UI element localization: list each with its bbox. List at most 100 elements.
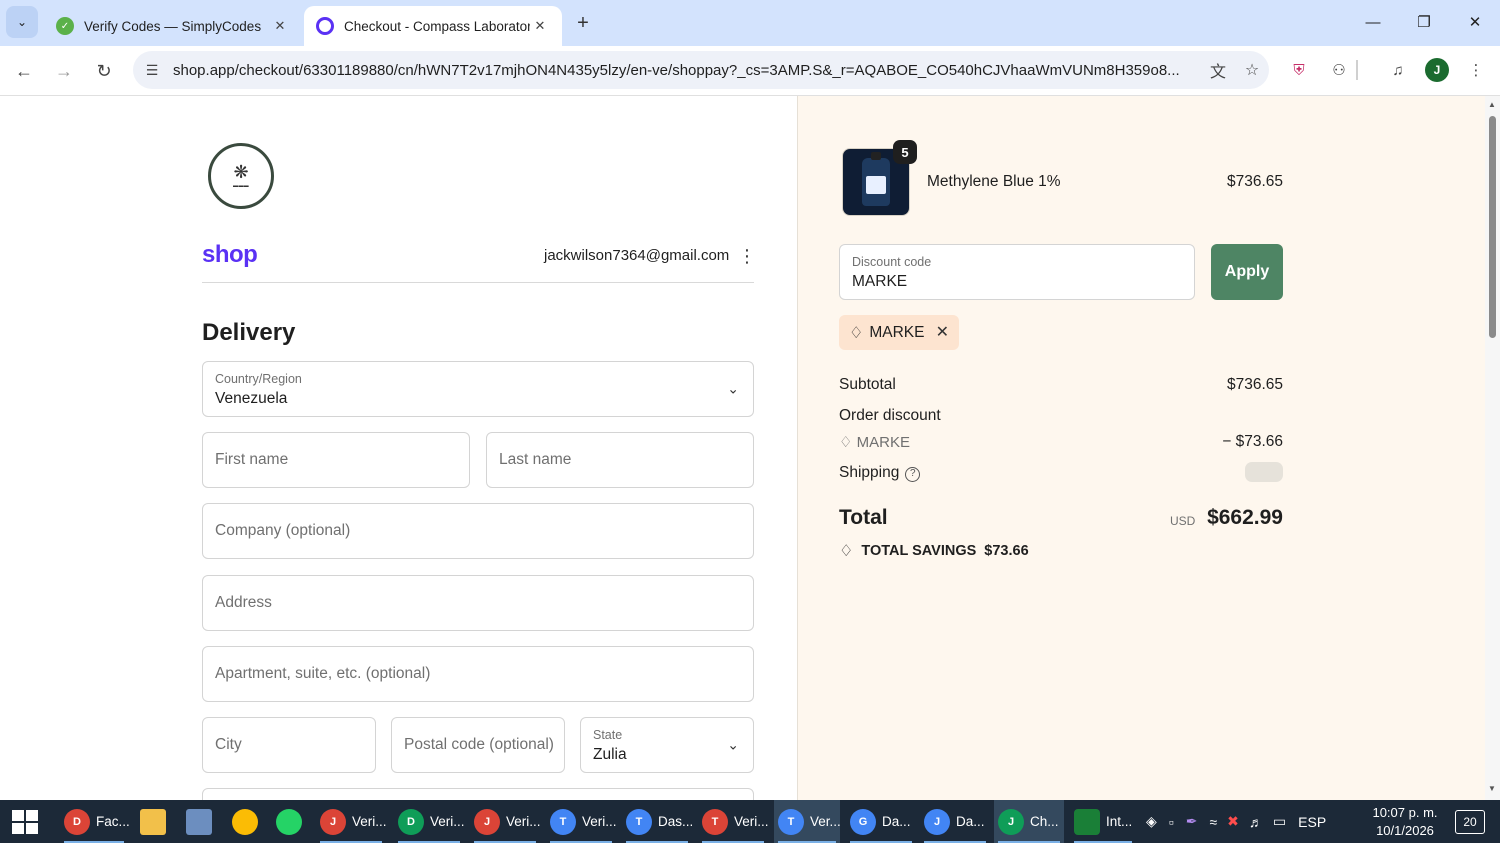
volume-icon[interactable]: ♬ — [1249, 814, 1263, 830]
discount-code-line: ♢ MARKE — [839, 433, 910, 451]
shipping-row: Shipping? — [839, 464, 1283, 482]
restore-button[interactable]: ❐ — [1401, 6, 1447, 38]
first-name-placeholder: First name — [215, 451, 289, 468]
clock[interactable]: 10:07 p. m. 10/1/2026 — [1372, 804, 1438, 840]
close-icon[interactable]: ✕ — [530, 16, 550, 36]
taskbar-app-1[interactable]: D Fac... — [60, 800, 130, 843]
url-text[interactable]: shop.app/checkout/63301189880/cn/hWN7T2v… — [169, 62, 1201, 79]
file-explorer-button[interactable] — [136, 800, 172, 843]
taskbar-app-12[interactable]: Int... — [1070, 800, 1136, 843]
whatsapp-button[interactable] — [272, 800, 308, 843]
start-button[interactable] — [10, 808, 38, 836]
address-field[interactable]: Address — [202, 575, 754, 631]
scroll-up-icon[interactable]: ▲ — [1488, 100, 1496, 109]
tab-strip: ⌄ ✓ Verify Codes — SimplyCodes ✕ Checkou… — [0, 0, 1500, 46]
taskbar-app-4[interactable]: J Veri... — [470, 800, 541, 843]
logo-wordmark-icon: ▬▬▬ — [233, 183, 249, 189]
back-button[interactable]: ← — [8, 55, 40, 87]
profile-avatar[interactable]: J — [1425, 58, 1449, 82]
page-content: ❋ ▬▬▬ shop jackwilson7364@gmail.com ⋮ De… — [0, 96, 1500, 800]
close-window-button[interactable]: ✕ — [1452, 6, 1498, 38]
scrollbar-thumb[interactable] — [1489, 116, 1496, 338]
postal-code-field[interactable]: Postal code (optional) — [391, 717, 565, 773]
taskbar-app-2[interactable]: J Veri... — [316, 800, 387, 843]
taskbar-app-8[interactable]: T Ver... — [774, 800, 841, 843]
city-placeholder: City — [215, 736, 242, 753]
account-menu-button[interactable]: ⋮ — [737, 244, 757, 268]
country-value: Venezuela — [215, 390, 288, 407]
new-tab-button[interactable]: + — [570, 10, 596, 36]
menu-kebab-icon[interactable]: ⋮ — [1463, 57, 1489, 83]
language-indicator[interactable]: ESP — [1298, 814, 1326, 830]
windows-taskbar: D Fac... J Veri... D Veri... J Veri... T… — [0, 800, 1500, 843]
taskbar-app-7[interactable]: T Veri... — [698, 800, 769, 843]
close-icon[interactable]: ✕ — [270, 16, 290, 36]
apply-button[interactable]: Apply — [1211, 244, 1283, 300]
tray-app-icon[interactable]: ◈ — [1146, 813, 1157, 830]
address-bar[interactable]: ☰ shop.app/checkout/63301189880/cn/hWN7T… — [133, 51, 1269, 89]
taskbar-app-11[interactable]: J Ch... — [994, 800, 1064, 843]
notifications-button[interactable]: 20 — [1455, 810, 1485, 834]
order-discount-label: Order discount — [839, 407, 941, 424]
taskbar-label: Veri... — [734, 814, 769, 829]
apartment-field[interactable]: Apartment, suite, etc. (optional) — [202, 646, 754, 702]
toolbar-separator — [1356, 60, 1358, 80]
taskbar-app-9[interactable]: G Da... — [846, 800, 916, 843]
whatsapp-icon — [276, 808, 302, 835]
tab-checkout[interactable]: Checkout - Compass Laboratory ✕ — [304, 6, 562, 46]
site-info-icon[interactable]: ☰ — [135, 53, 169, 87]
city-field[interactable]: City — [202, 717, 376, 773]
taskbar-label: Veri... — [352, 814, 387, 829]
store-logo[interactable]: ❋ ▬▬▬ — [208, 143, 274, 209]
battery-icon[interactable]: ▭ — [1273, 813, 1286, 830]
tab-search-button[interactable]: ⌄ — [6, 6, 38, 38]
shield-extension-icon[interactable]: ⛨ — [1286, 57, 1312, 83]
last-name-placeholder: Last name — [499, 451, 572, 468]
shop-favicon-icon — [316, 17, 334, 35]
forward-button[interactable]: → — [48, 55, 80, 87]
extensions-puzzle-icon[interactable]: ⚇ — [1326, 57, 1352, 83]
minimize-button[interactable]: — — [1350, 6, 1396, 38]
taskbar-app-10[interactable]: J Da... — [920, 800, 990, 843]
company-placeholder: Company (optional) — [215, 522, 351, 539]
state-select[interactable]: State Zulia ⌄ — [580, 717, 754, 773]
chrome-button[interactable] — [228, 800, 264, 843]
calculator-button[interactable] — [182, 800, 218, 843]
taskbar-app-6[interactable]: T Das... — [622, 800, 694, 843]
country-select[interactable]: Country/Region Venezuela ⌄ — [202, 361, 754, 417]
pen-icon[interactable]: ✒ — [1186, 813, 1198, 830]
clock-time: 10:07 p. m. — [1372, 805, 1438, 820]
company-field[interactable]: Company (optional) — [202, 503, 754, 559]
antivirus-icon[interactable]: ✖ — [1227, 813, 1239, 830]
subtotal-value: $736.65 — [1226, 376, 1283, 393]
total-amount: $662.99 — [1207, 506, 1283, 529]
taskbar-label: Da... — [956, 814, 985, 829]
remove-discount-icon[interactable]: ✕ — [936, 322, 949, 342]
discount-code-text: MARKE — [856, 434, 910, 451]
state-value: Zulia — [593, 746, 627, 763]
taskbar-app-3[interactable]: D Veri... — [394, 800, 465, 843]
taskbar-label: Veri... — [582, 814, 617, 829]
help-circle-icon[interactable]: ? — [905, 467, 921, 482]
star-icon[interactable]: ☆ — [1235, 53, 1269, 87]
scroll-down-icon[interactable]: ▼ — [1488, 784, 1496, 793]
taskbar-app-5[interactable]: T Veri... — [546, 800, 617, 843]
last-name-field[interactable]: Last name — [486, 432, 754, 488]
media-control-icon[interactable]: ♫ — [1385, 57, 1411, 83]
taskbar-label: Das... — [658, 814, 694, 829]
chevron-down-icon: ⌄ — [727, 736, 739, 753]
tab-simplycodes[interactable]: ✓ Verify Codes — SimplyCodes ✕ — [44, 6, 302, 46]
page-scrollbar[interactable]: ▲ ▼ — [1485, 96, 1500, 800]
apartment-placeholder: Apartment, suite, etc. (optional) — [215, 665, 431, 682]
phone-field[interactable] — [202, 788, 754, 800]
reload-button[interactable]: ↻ — [88, 55, 120, 87]
translate-icon[interactable]: 文 — [1201, 53, 1235, 87]
tag-icon: ♢ — [849, 324, 864, 342]
usb-icon[interactable]: ▫ — [1169, 814, 1174, 830]
first-name-field[interactable]: First name — [202, 432, 470, 488]
wifi-icon[interactable]: ≈ — [1209, 814, 1217, 830]
total-currency: USD — [1170, 514, 1196, 528]
discount-code-field[interactable]: Discount code MARKE — [839, 244, 1195, 300]
folder-icon — [140, 808, 166, 835]
tab-title: Verify Codes — SimplyCodes — [84, 18, 262, 34]
